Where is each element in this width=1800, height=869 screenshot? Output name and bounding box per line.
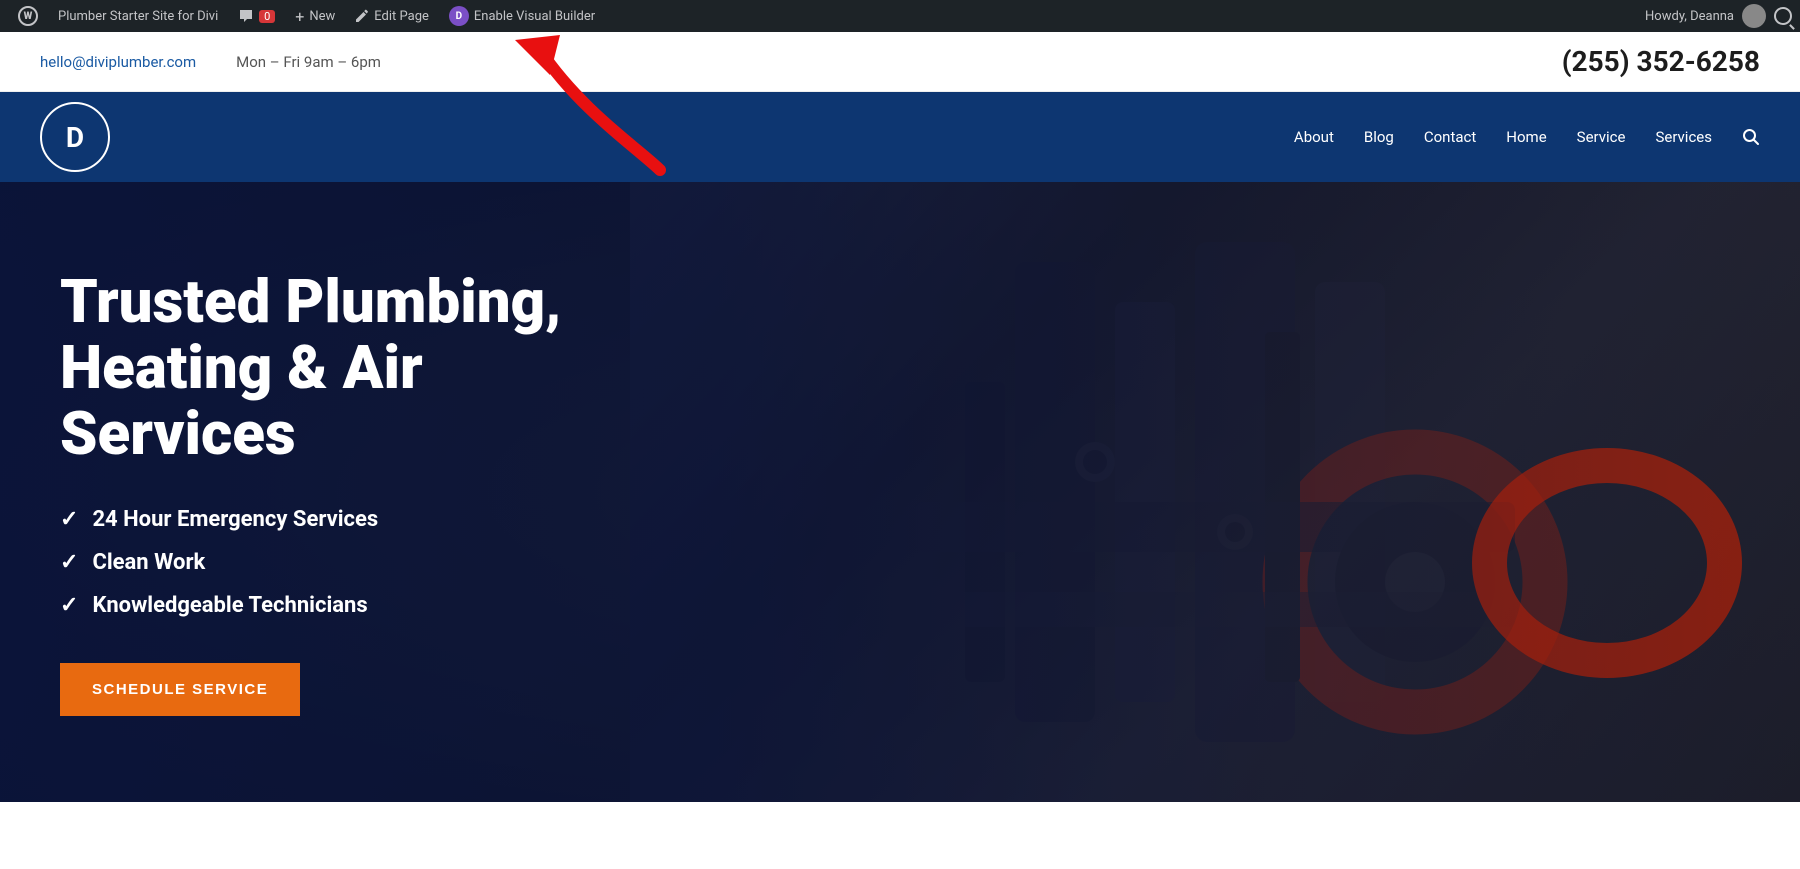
- hero-features-list: ✓ 24 Hour Emergency Services ✓ Clean Wor…: [60, 507, 660, 618]
- visual-builder-item[interactable]: D Enable Visual Builder: [439, 0, 605, 32]
- admin-bar-right: Howdy, Deanna: [1645, 4, 1792, 28]
- new-plus-icon: +: [295, 7, 304, 26]
- new-item[interactable]: + New: [285, 0, 345, 32]
- contact-email[interactable]: hello@diviplumber.com: [40, 53, 196, 71]
- logo-letter: D: [66, 121, 84, 154]
- nav-search-icon[interactable]: [1742, 128, 1760, 146]
- nav-item-contact[interactable]: Contact: [1424, 128, 1476, 146]
- admin-bar-left: W Plumber Starter Site for Divi 0 + New …: [8, 0, 1645, 32]
- feature-item-3: ✓ Knowledgeable Technicians: [60, 593, 660, 618]
- edit-icon: [355, 9, 369, 23]
- top-info-left: hello@diviplumber.com Mon – Fri 9am – 6p…: [40, 53, 381, 71]
- main-navigation: About Blog Contact Home Service Services: [1294, 128, 1760, 146]
- wp-logo-item[interactable]: W: [8, 0, 48, 32]
- site-logo[interactable]: D: [40, 102, 110, 172]
- checkmark-icon-2: ✓: [60, 550, 78, 575]
- admin-avatar: [1742, 4, 1766, 28]
- divi-icon: D: [449, 6, 469, 26]
- edit-page-label: Edit Page: [374, 9, 429, 24]
- site-title: Plumber Starter Site for Divi: [58, 9, 218, 24]
- business-hours: Mon – Fri 9am – 6pm: [236, 53, 381, 71]
- nav-header: D About Blog Contact Home Service Servic…: [0, 92, 1800, 182]
- nav-item-service[interactable]: Service: [1577, 128, 1626, 146]
- nav-item-services[interactable]: Services: [1655, 128, 1712, 146]
- feature-text-2: Clean Work: [92, 550, 205, 575]
- feature-item-1: ✓ 24 Hour Emergency Services: [60, 507, 660, 532]
- checkmark-icon-1: ✓: [60, 507, 78, 532]
- feature-item-2: ✓ Clean Work: [60, 550, 660, 575]
- checkmark-icon-3: ✓: [60, 593, 78, 618]
- hero-content: Trusted Plumbing, Heating & Air Services…: [0, 189, 720, 796]
- schedule-service-button[interactable]: SCHEDULE SERVICE: [60, 663, 300, 716]
- comments-item[interactable]: 0: [228, 0, 285, 32]
- admin-search-icon[interactable]: [1774, 7, 1792, 25]
- phone-number[interactable]: (255) 352-6258: [1562, 45, 1760, 78]
- site-name-item[interactable]: Plumber Starter Site for Divi: [48, 0, 228, 32]
- edit-page-item[interactable]: Edit Page: [345, 0, 439, 32]
- nav-item-home[interactable]: Home: [1506, 128, 1546, 146]
- feature-text-1: 24 Hour Emergency Services: [92, 507, 378, 532]
- wp-logo-icon: W: [18, 6, 38, 26]
- comments-count: 0: [259, 10, 275, 23]
- top-info-bar: hello@diviplumber.com Mon – Fri 9am – 6p…: [0, 32, 1800, 92]
- visual-builder-label: Enable Visual Builder: [474, 9, 595, 24]
- hero-section: Trusted Plumbing, Heating & Air Services…: [0, 182, 1800, 802]
- howdy-text: Howdy, Deanna: [1645, 9, 1734, 24]
- nav-item-about[interactable]: About: [1294, 128, 1334, 146]
- hero-title: Trusted Plumbing, Heating & Air Services: [60, 269, 660, 467]
- new-label: New: [309, 9, 335, 24]
- nav-item-blog[interactable]: Blog: [1364, 128, 1394, 146]
- comment-icon: [238, 8, 254, 24]
- admin-bar: W Plumber Starter Site for Divi 0 + New …: [0, 0, 1800, 32]
- feature-text-3: Knowledgeable Technicians: [92, 593, 367, 618]
